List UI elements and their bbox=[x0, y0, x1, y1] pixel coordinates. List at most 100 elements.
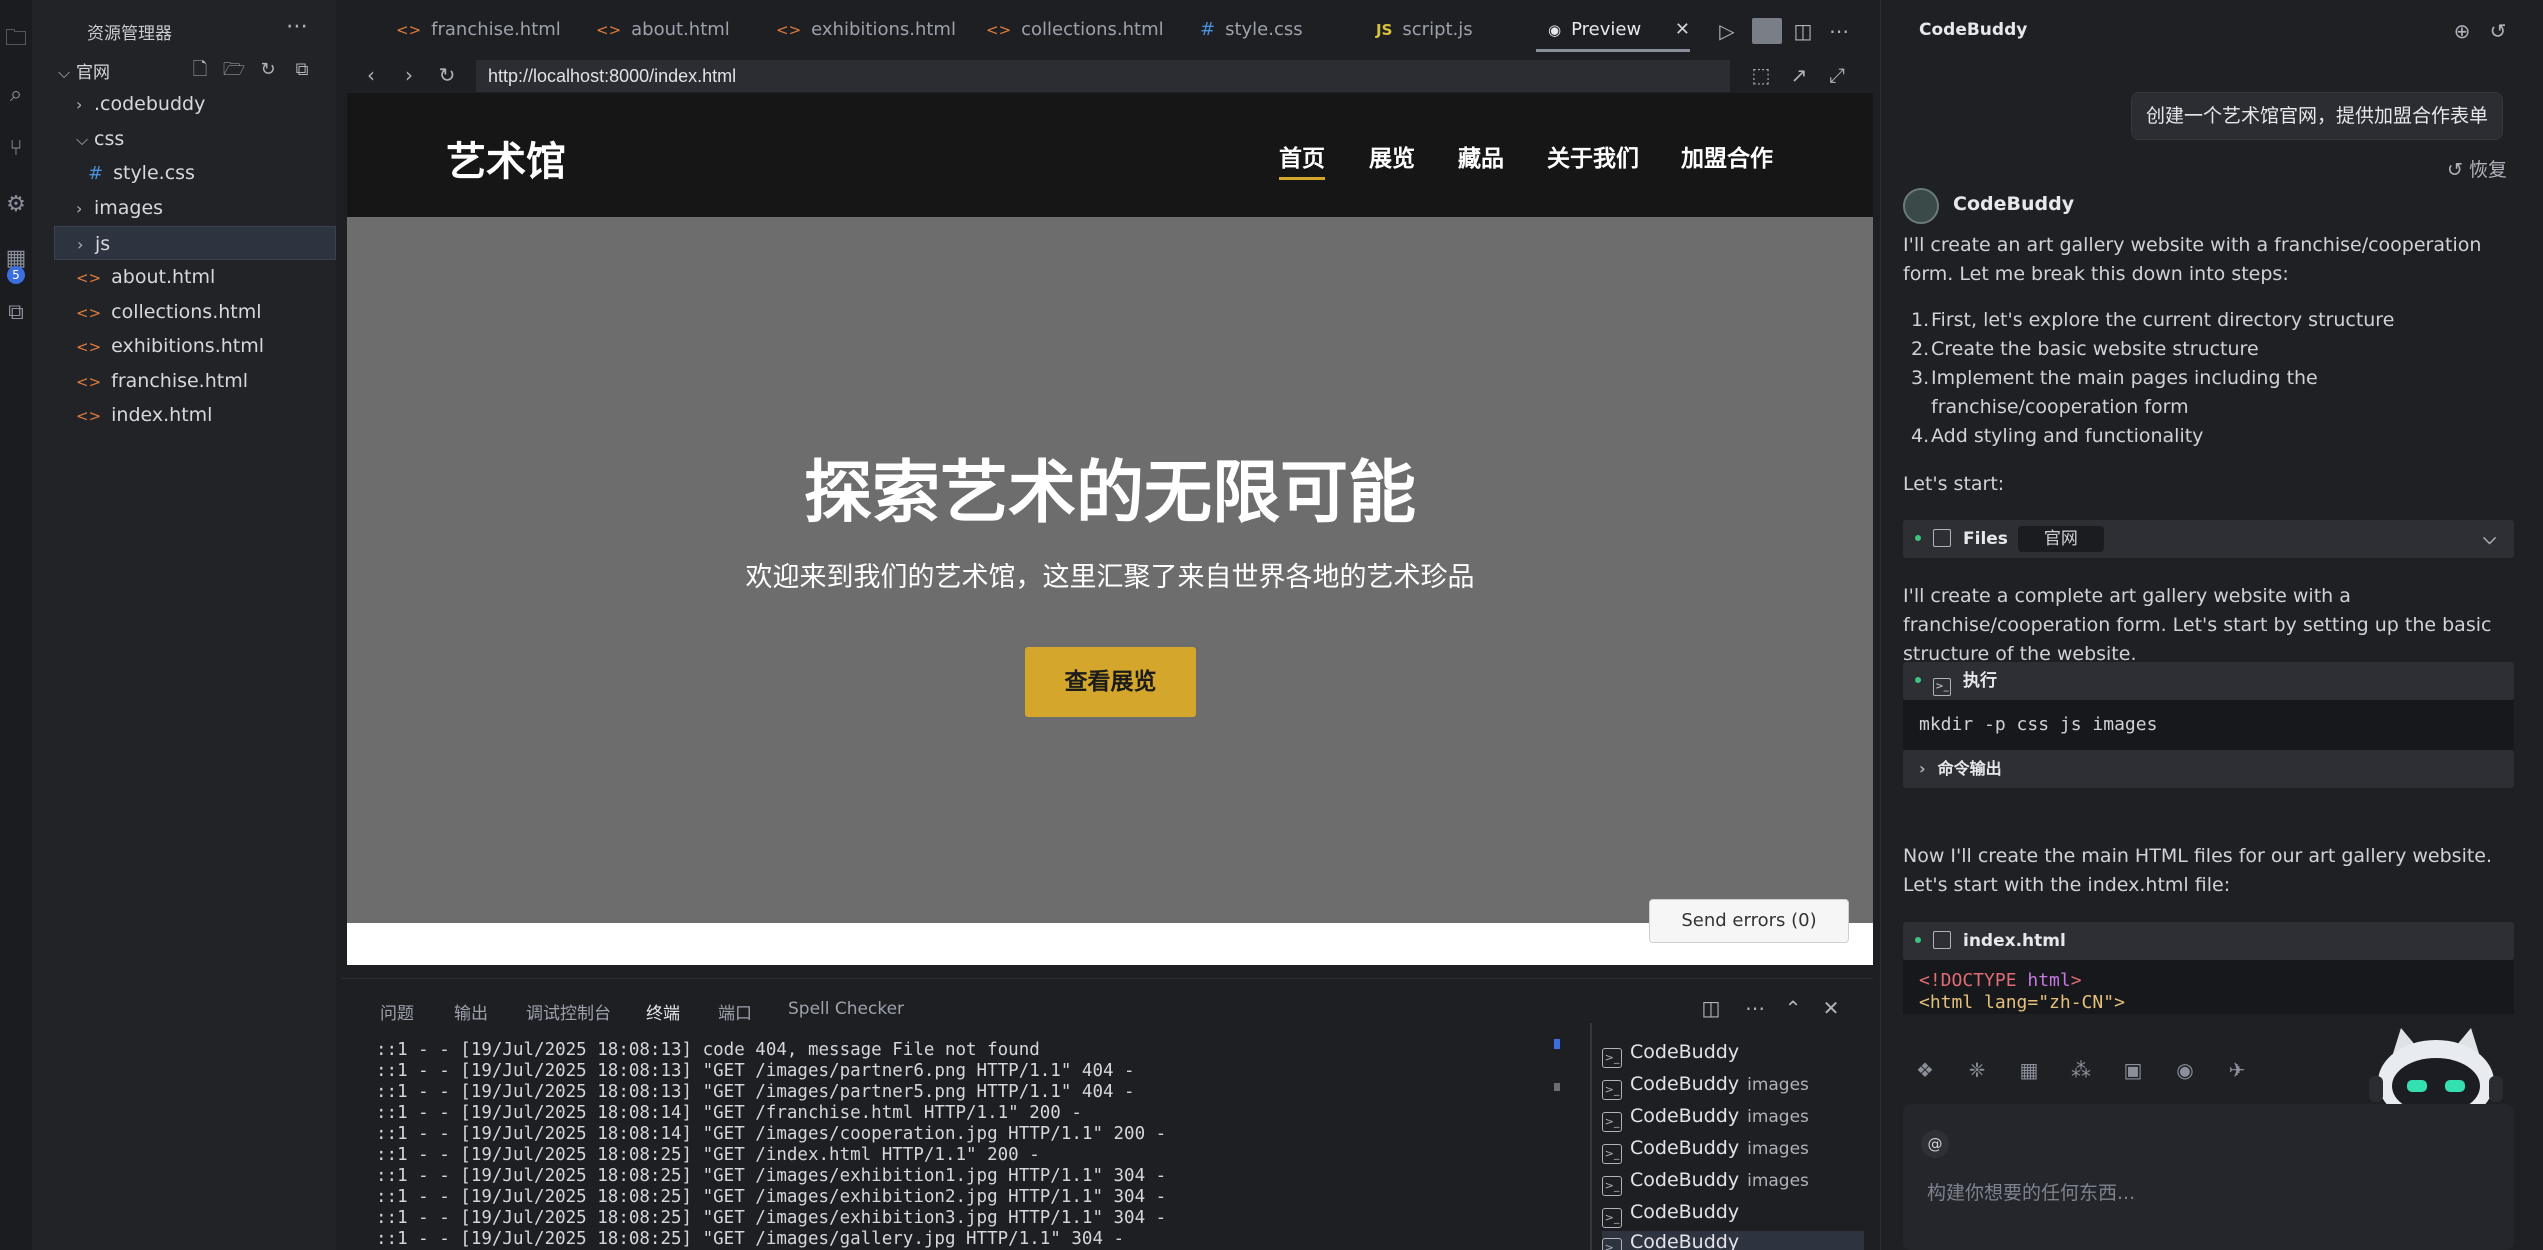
reload-icon[interactable]: ↻ bbox=[434, 62, 460, 88]
tab-terminal[interactable]: 终端 bbox=[646, 999, 680, 1024]
tab-output[interactable]: 输出 bbox=[454, 999, 488, 1024]
nav-exhibitions[interactable]: 展览 bbox=[1369, 139, 1415, 173]
restore-button[interactable]: ↺ 恢复 bbox=[2447, 155, 2507, 182]
tree-item-label: about.html bbox=[111, 266, 216, 288]
file-block-index-html[interactable]: index.html bbox=[1903, 922, 2514, 960]
nav-about[interactable]: 关于我们 bbox=[1547, 139, 1639, 173]
source-control-icon[interactable]: ⑂ bbox=[3, 136, 29, 162]
tab-preview[interactable]: ◉ Preview ✕ bbox=[1536, 8, 1690, 52]
image-icon[interactable]: ▣ bbox=[2119, 1056, 2147, 1084]
collapse-all-icon[interactable]: ⧉ bbox=[290, 58, 314, 82]
close-panel-icon[interactable]: ✕ bbox=[1818, 995, 1844, 1021]
tab-spell-checker[interactable]: Spell Checker bbox=[788, 999, 904, 1019]
tree-item-collections-html[interactable]: <> collections.html bbox=[54, 295, 336, 329]
new-file-icon[interactable]: 🗋 bbox=[188, 58, 212, 82]
terminal-cwd: images bbox=[1747, 1139, 1809, 1159]
figma-icon[interactable]: ❖ bbox=[1911, 1056, 1939, 1084]
more-icon[interactable]: ⋯ bbox=[286, 14, 308, 39]
tree-item-style-css[interactable]: # style.css bbox=[54, 156, 336, 190]
terminal-name: CodeBuddy bbox=[1630, 1105, 1740, 1127]
split-editor-icon[interactable]: ◫ bbox=[1790, 18, 1816, 44]
inspect-icon[interactable]: ⬚ bbox=[1748, 62, 1774, 88]
nav-collections[interactable]: 藏品 bbox=[1458, 139, 1504, 173]
hero-title: 探索艺术的无限可能 bbox=[803, 453, 1416, 533]
new-chat-icon[interactable]: ⊕ bbox=[2449, 18, 2475, 44]
explorer-root[interactable]: ⌵ 官网 bbox=[58, 58, 110, 83]
tab-style-css[interactable]: # style.css bbox=[1200, 8, 1303, 52]
terminal-name: CodeBuddy bbox=[1630, 1137, 1740, 1159]
mention-button[interactable]: @ bbox=[1921, 1130, 1949, 1158]
chevron-right-icon: › bbox=[76, 95, 83, 114]
chevron-right-icon: › bbox=[77, 235, 84, 254]
tab-ports[interactable]: 端口 bbox=[718, 999, 752, 1024]
debug-icon[interactable]: ⚙ bbox=[3, 192, 29, 218]
tree-item-about-html[interactable]: <> about.html bbox=[54, 260, 336, 294]
tab-franchise-html[interactable]: <> franchise.html bbox=[396, 8, 561, 52]
eye-icon[interactable]: ◉ bbox=[2171, 1056, 2199, 1084]
html-file-icon: <> bbox=[76, 338, 102, 356]
nav-home[interactable]: 首页 bbox=[1279, 139, 1325, 180]
refresh-icon[interactable]: ↻ bbox=[256, 58, 280, 82]
status-dot bbox=[1915, 937, 1921, 943]
terminal-instance[interactable]: >_ CodeBuddy bbox=[1602, 1201, 1747, 1233]
terminal-instance[interactable]: >_ CodeBuddy images bbox=[1602, 1105, 1809, 1137]
terminal-instance[interactable]: >_ CodeBuddy images bbox=[1602, 1169, 1809, 1201]
more-icon[interactable]: ⋯ bbox=[1826, 18, 1852, 44]
tree-item-images[interactable]: › images bbox=[54, 191, 336, 225]
more-icon[interactable]: ⋯ bbox=[1742, 995, 1768, 1021]
send-errors-button[interactable]: Send errors (0) bbox=[1649, 899, 1849, 943]
tree-item-index-html[interactable]: <> index.html bbox=[54, 398, 336, 432]
run-icon[interactable]: ▷ bbox=[1714, 18, 1740, 44]
maximize-panel-icon[interactable]: ⌃ bbox=[1780, 995, 1806, 1021]
remote-icon[interactable]: ⧉ bbox=[3, 300, 29, 326]
search-icon[interactable]: ⌕ bbox=[3, 82, 29, 108]
history-icon[interactable]: ↺ bbox=[2485, 18, 2511, 44]
tree-item-css[interactable]: ⌵ css bbox=[54, 122, 336, 156]
tab-label: franchise.html bbox=[431, 19, 561, 40]
expand-icon[interactable]: ⤢ bbox=[1824, 62, 1850, 88]
tree-item-exhibitions-html[interactable]: <> exhibitions.html bbox=[54, 329, 336, 363]
tab-script-js[interactable]: JS script.js bbox=[1376, 8, 1473, 52]
open-external-icon[interactable]: ↗ bbox=[1786, 62, 1812, 88]
terminal-line: ::1 - - [19/Jul/2025 18:08:25] "GET /ima… bbox=[376, 1166, 1167, 1186]
terminal-icon: >_ bbox=[1602, 1112, 1622, 1132]
explorer-icon[interactable]: 🗀 bbox=[3, 26, 29, 52]
file-label: index.html bbox=[1963, 931, 2066, 951]
tab-problems[interactable]: 问题 bbox=[380, 999, 414, 1024]
command-output-toggle[interactable]: › 命令输出 bbox=[1903, 750, 2514, 788]
chat-input-box[interactable]: @ 构建你想要的任何东西... bbox=[1903, 1104, 2514, 1250]
html-file-icon: <> bbox=[596, 21, 622, 39]
layout-icon[interactable]: ▦ bbox=[2015, 1056, 2043, 1084]
tab-about-html[interactable]: <> about.html bbox=[596, 8, 730, 52]
terminal-instance[interactable]: >_ CodeBuddy images bbox=[1602, 1073, 1809, 1105]
tree-item-js[interactable]: › js bbox=[54, 226, 336, 260]
split-terminal-icon[interactable]: ◫ bbox=[1698, 995, 1724, 1021]
forward-icon[interactable]: › bbox=[396, 62, 422, 88]
view-exhibitions-button[interactable]: 查看展览 bbox=[1025, 647, 1196, 717]
tree-item-franchise-html[interactable]: <> franchise.html bbox=[54, 364, 336, 398]
site-logo[interactable]: 艺术馆 bbox=[446, 129, 566, 187]
chat-input[interactable]: 构建你想要的任何东西... bbox=[1927, 1178, 2135, 1205]
html-file-icon: <> bbox=[986, 21, 1012, 39]
terminal-instance[interactable]: >_ CodeBuddy bbox=[1602, 1231, 1864, 1250]
terminal-icon: >_ bbox=[1602, 1048, 1622, 1068]
components-icon[interactable]: ❈ bbox=[1963, 1056, 1991, 1084]
terminal-instance[interactable]: >_ CodeBuddy bbox=[1602, 1041, 1747, 1073]
exec-block[interactable]: >_ 执行 bbox=[1903, 662, 2514, 700]
tab-collections-html[interactable]: <> collections.html bbox=[986, 8, 1164, 52]
url-input[interactable] bbox=[476, 60, 1730, 92]
terminal-line: ::1 - - [19/Jul/2025 18:08:14] "GET /ima… bbox=[376, 1124, 1167, 1144]
terminal-instance[interactable]: >_ CodeBuddy images bbox=[1602, 1137, 1809, 1169]
rocket-icon[interactable]: ✈ bbox=[2223, 1056, 2251, 1084]
nav-franchise[interactable]: 加盟合作 bbox=[1681, 139, 1773, 173]
link-icon[interactable]: ⁂ bbox=[2067, 1056, 2095, 1084]
tab-debug-console[interactable]: 调试控制台 bbox=[526, 999, 611, 1024]
terminal-line: ::1 - - [19/Jul/2025 18:08:25] "GET /ind… bbox=[376, 1145, 1040, 1165]
tree-item-codebuddy[interactable]: › .codebuddy bbox=[54, 87, 336, 121]
new-folder-icon[interactable]: 🗁 bbox=[222, 58, 246, 82]
close-tab-icon[interactable]: ✕ bbox=[1675, 8, 1690, 52]
tab-exhibitions-html[interactable]: <> exhibitions.html bbox=[776, 8, 956, 52]
split-handle-icon[interactable] bbox=[1752, 18, 1782, 44]
files-block[interactable]: Files 官网 ⌵ bbox=[1903, 520, 2514, 558]
back-icon[interactable]: ‹ bbox=[358, 62, 384, 88]
